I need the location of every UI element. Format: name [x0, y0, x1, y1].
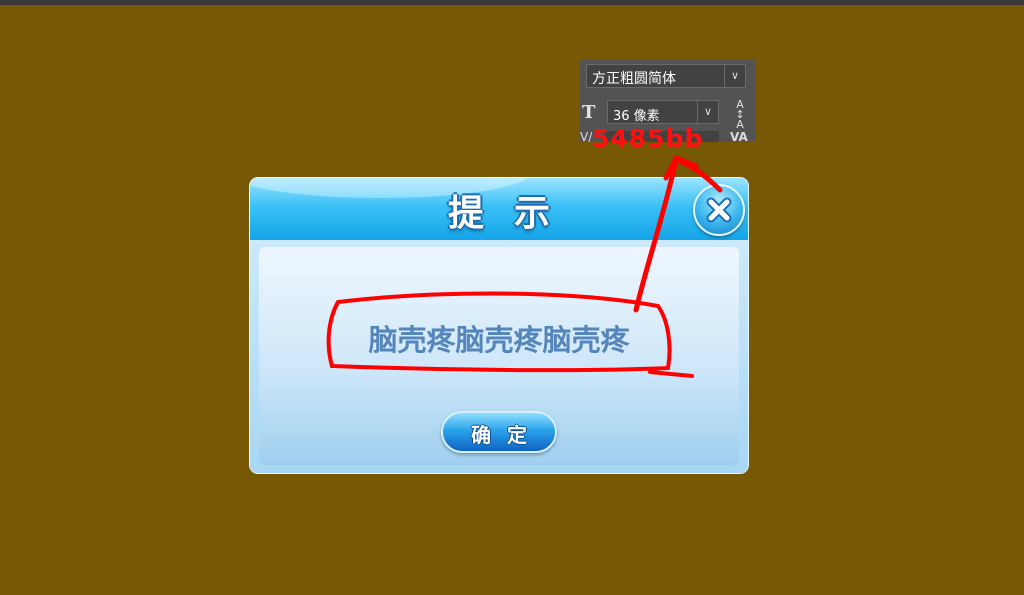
font-size-value: 36 像素	[613, 109, 660, 124]
font-size-icon: T	[582, 102, 596, 123]
close-button[interactable]	[693, 184, 745, 236]
confirm-button-label: 确定	[471, 423, 543, 447]
dialog-title: 提示	[447, 193, 580, 234]
leading-icon: A ↕ A	[735, 98, 745, 131]
arrow-head	[663, 155, 699, 181]
font-family-select[interactable]: 方正粗圆简体 ∨	[586, 64, 746, 88]
chevron-down-icon[interactable]: ∨	[724, 65, 745, 87]
font-size-select[interactable]: 36 像素 ∨	[607, 100, 719, 124]
chevron-down-icon[interactable]: ∨	[697, 101, 718, 123]
font-family-value: 方正粗圆简体	[592, 71, 676, 87]
window-top-bar	[0, 0, 1024, 5]
tracking-icon: V/	[580, 130, 593, 142]
dialog-body: 脑壳疼脑壳疼脑壳疼 确定	[259, 247, 739, 465]
kerning-icon: VA	[730, 130, 748, 142]
prompt-dialog: 提示 脑壳疼脑壳疼脑壳疼 确定	[250, 178, 748, 473]
confirm-button[interactable]: 确定	[441, 411, 557, 453]
message-text: 脑壳疼脑壳疼脑壳疼	[368, 323, 630, 357]
hex-color-label: 5485bb	[592, 124, 704, 153]
dialog-header: 提示	[250, 178, 748, 240]
close-icon	[706, 197, 732, 223]
